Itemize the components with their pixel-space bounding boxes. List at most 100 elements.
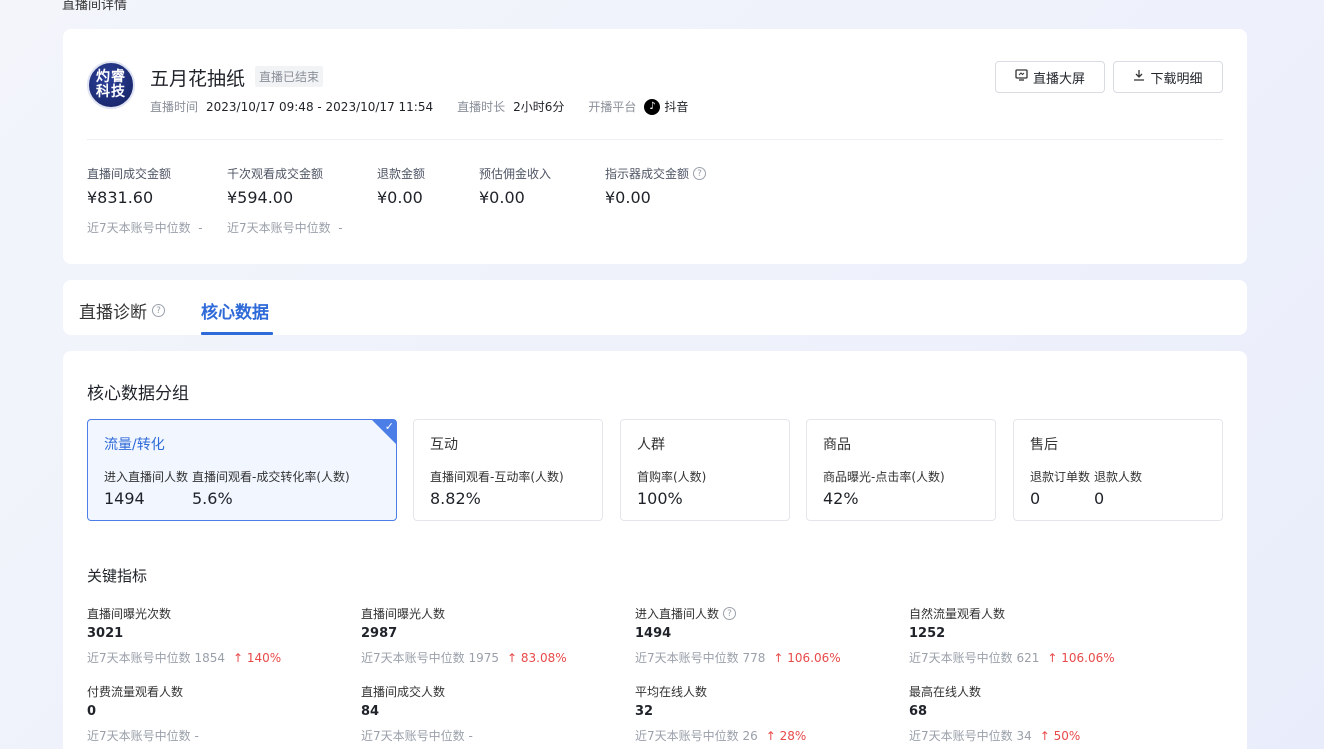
metric-sub: 近7天本账号中位数 - <box>227 221 343 235</box>
kpi-median: 近7天本账号中位数 621 <box>909 651 1040 665</box>
group-interaction[interactable]: 互动 直播间观看-互动率(人数) 8.82% <box>413 419 603 521</box>
group-value: 42% <box>823 489 859 508</box>
metric-label: 指示器成交金额 ? <box>605 165 707 182</box>
group-value: 5.6% <box>192 489 233 508</box>
group-title: 人群 <box>637 437 665 453</box>
metric-indicator: 指示器成交金额 ? ¥0.00 <box>605 165 707 207</box>
kpi-median: 近7天本账号中位数 - <box>87 729 199 743</box>
monitor-icon <box>1015 69 1028 85</box>
group-value: 8.82% <box>430 489 481 508</box>
group-value: 0 <box>1030 489 1041 508</box>
group-title: 商品 <box>823 437 851 453</box>
kpi-exposure-users: 直播间曝光人数 2987 近7天本账号中位数 1975 ↑ 83.08% <box>361 605 621 666</box>
kpi-label: 直播间曝光次数 <box>87 607 172 621</box>
kpi-median: 近7天本账号中位数 34 <box>909 729 1032 743</box>
check-icon: ✓ <box>384 420 394 433</box>
metric-gmv: 直播间成交金额 ¥831.60 近7天本账号中位数 - <box>87 165 203 236</box>
kpi-value: 84 <box>361 704 380 719</box>
kpi-peak-online: 最高在线人数 68 近7天本账号中位数 34 ↑ 50% <box>909 683 1169 744</box>
live-screen-button[interactable]: 直播大屏 <box>995 61 1105 93</box>
kpi-label: 平均在线人数 <box>635 685 708 699</box>
metric-value: ¥0.00 <box>377 188 423 207</box>
metric-label: 预估佣金收入 <box>479 167 552 181</box>
kpi-label: 自然流量观看人数 <box>909 607 1006 621</box>
kpi-value: 1494 <box>635 626 672 641</box>
group-audience[interactable]: 人群 首购率(人数) 100% <box>620 419 790 521</box>
tabs-bar: 直播诊断 ? 核心数据 <box>63 280 1247 335</box>
kpi-natural-traffic: 自然流量观看人数 1252 近7天本账号中位数 621 ↑ 106.06% <box>909 605 1169 666</box>
kpi-buyers: 直播间成交人数 84 近7天本账号中位数 - <box>361 683 621 744</box>
kpi-change: ↑ 50% <box>1039 728 1081 743</box>
metric-label: 千次观看成交金额 <box>227 167 324 181</box>
duration-label: 直播时长 <box>457 100 506 114</box>
live-screen-label: 直播大屏 <box>1032 71 1085 87</box>
group-label: 商品曝光-点击率(人数) <box>823 470 945 484</box>
group-value: 1494 <box>104 489 145 508</box>
download-icon <box>1133 69 1145 85</box>
platform-value: 抖音 <box>664 100 689 114</box>
divider <box>87 139 1223 140</box>
kpi-label: 直播间曝光人数 <box>361 607 446 621</box>
kpi-label: 直播间成交人数 <box>361 685 446 699</box>
metric-value: ¥594.00 <box>227 188 294 207</box>
kpi-label: 付费流量观看人数 <box>87 685 184 699</box>
kpi-value: 32 <box>635 704 654 719</box>
metric-sub: 近7天本账号中位数 - <box>87 221 203 235</box>
kpi-change: ↑ 83.08% <box>507 650 567 665</box>
kpi-paid-traffic: 付费流量观看人数 0 近7天本账号中位数 - <box>87 683 347 744</box>
platform-label: 开播平台 <box>588 100 637 114</box>
kpi-exposure-count: 直播间曝光次数 3021 近7天本账号中位数 1854 ↑ 140% <box>87 605 347 666</box>
duration-value: 2小时6分 <box>513 100 565 114</box>
metric-value: ¥831.60 <box>87 188 154 207</box>
kpi-entry-users: 进入直播间人数 ? 1494 近7天本账号中位数 778 ↑ 106.06% <box>635 605 895 666</box>
group-traffic[interactable]: ✓ 流量/转化 进入直播间人数 直播间观看-成交转化率(人数) 1494 5.6… <box>87 419 397 521</box>
group-after-sales[interactable]: 售后 退款订单数 退款人数 0 0 <box>1013 419 1223 521</box>
kpi-value: 2987 <box>361 626 398 641</box>
tab-diagnosis[interactable]: 直播诊断 ? <box>79 298 165 323</box>
group-label: 直播间观看-成交转化率(人数) <box>192 470 350 484</box>
active-tab-indicator <box>201 332 273 335</box>
group-title: 互动 <box>430 437 458 453</box>
tiktok-icon: ♪ <box>644 98 661 115</box>
download-detail-label: 下载明细 <box>1150 71 1203 87</box>
room-name: 五月花抽纸 <box>150 68 246 90</box>
help-icon[interactable]: ? <box>693 167 707 180</box>
metric-value: ¥0.00 <box>605 188 651 207</box>
download-detail-button[interactable]: 下载明细 <box>1113 61 1223 93</box>
status-badge: 直播已结束 <box>255 66 324 87</box>
room-info-card: 灼睿科技 五月花抽纸 直播已结束 直播时间 2023/10/17 09:48 -… <box>63 29 1247 264</box>
group-label: 退款订单数 <box>1030 470 1091 484</box>
kpi-value: 68 <box>909 704 928 719</box>
kpi-median: 近7天本账号中位数 1854 <box>87 651 225 665</box>
help-icon[interactable]: ? <box>152 304 165 317</box>
kpi-change: ↑ 106.06% <box>1047 650 1115 665</box>
kpi-title: 关键指标 <box>87 567 148 585</box>
kpi-change: ↑ 140% <box>233 650 282 665</box>
kpi-median: 近7天本账号中位数 1975 <box>361 651 499 665</box>
section-title: 核心数据分组 <box>87 384 189 404</box>
page-title: 直播间详情 <box>62 0 128 13</box>
metric-gpm: 千次观看成交金额 ¥594.00 近7天本账号中位数 - <box>227 165 343 236</box>
kpi-change: ↑ 106.06% <box>773 650 841 665</box>
metric-refund: 退款金额 ¥0.00 <box>377 165 425 207</box>
metric-value: ¥0.00 <box>479 188 525 207</box>
group-product[interactable]: 商品 商品曝光-点击率(人数) 42% <box>806 419 996 521</box>
group-label: 退款人数 <box>1094 470 1143 484</box>
core-data-card: 核心数据分组 ✓ 流量/转化 进入直播间人数 直播间观看-成交转化率(人数) 1… <box>63 351 1247 749</box>
group-label: 首购率(人数) <box>637 470 707 484</box>
kpi-value: 0 <box>87 704 97 719</box>
help-icon[interactable]: ? <box>723 607 737 620</box>
metric-label: 直播间成交金额 <box>87 167 172 181</box>
group-label: 直播间观看-互动率(人数) <box>430 470 564 484</box>
kpi-median: 近7天本账号中位数 778 <box>635 651 766 665</box>
group-value: 0 <box>1094 489 1105 508</box>
group-title: 流量/转化 <box>104 437 165 453</box>
group-value: 100% <box>637 489 683 508</box>
kpi-value: 1252 <box>909 626 946 641</box>
kpi-avg-online: 平均在线人数 32 近7天本账号中位数 26 ↑ 28% <box>635 683 895 744</box>
avatar: 灼睿科技 <box>87 61 135 109</box>
metric-commission: 预估佣金收入 ¥0.00 <box>479 165 551 207</box>
room-meta: 直播时间 2023/10/17 09:48 - 2023/10/17 11:54… <box>150 98 712 115</box>
tab-core-data[interactable]: 核心数据 <box>201 298 269 323</box>
kpi-change: ↑ 28% <box>765 728 807 743</box>
